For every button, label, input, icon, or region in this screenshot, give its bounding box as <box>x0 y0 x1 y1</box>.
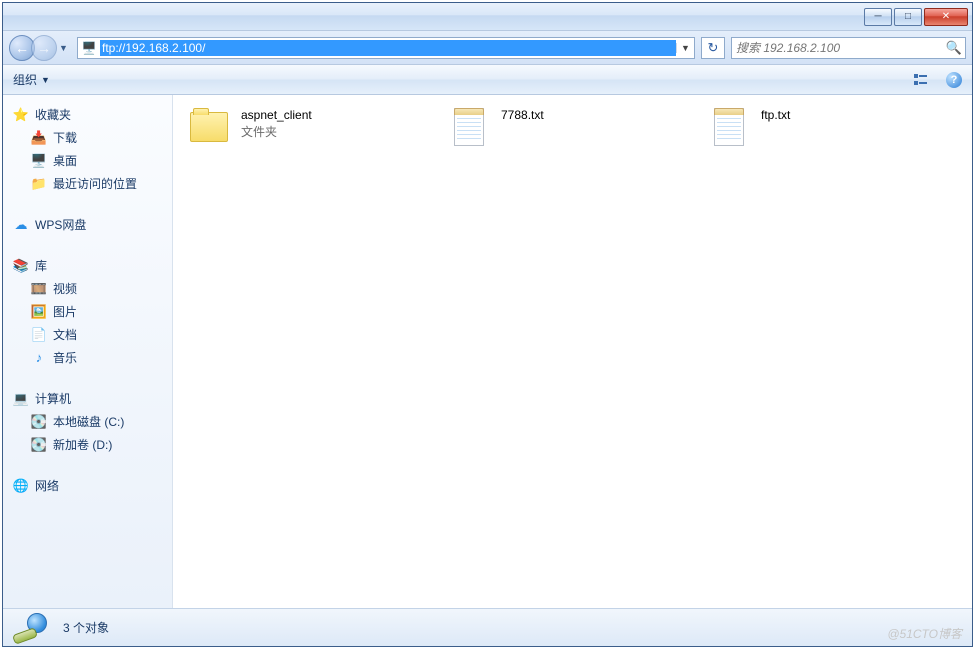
item-name: 7788.txt <box>501 107 544 124</box>
nav-buttons: ← → ▼ <box>9 34 71 62</box>
sidebar-item-drive-c[interactable]: 💽 本地磁盘 (C:) <box>3 410 172 433</box>
explorer-window: ─ □ ✕ ← → ▼ 🖥️ ftp://192.168.2.100/ ▼ ↻ … <box>2 2 973 647</box>
address-text[interactable]: ftp://192.168.2.100/ <box>100 40 676 56</box>
libraries-icon: 📚 <box>13 258 29 274</box>
favorites-label: 收藏夹 <box>35 106 71 123</box>
organize-menu[interactable]: 组织 ▼ <box>13 71 50 88</box>
list-item[interactable]: ftp.txt <box>707 107 937 147</box>
favorites-group: ⭐ 收藏夹 📥 下载 🖥️ 桌面 📁 最近访问的位置 <box>3 103 172 195</box>
videos-icon: 🎞️ <box>31 281 47 297</box>
sidebar-item-recent[interactable]: 📁 最近访问的位置 <box>3 172 172 195</box>
music-icon: ♪ <box>31 350 47 366</box>
folder-icon <box>187 107 231 147</box>
computer-group: 💻 计算机 💽 本地磁盘 (C:) 💽 新加卷 (D:) <box>3 387 172 456</box>
network-icon: 🌐 <box>13 478 29 494</box>
sidebar-item-music[interactable]: ♪ 音乐 <box>3 346 172 369</box>
watermark: @51CTO博客 <box>887 625 962 642</box>
navigation-bar: ← → ▼ 🖥️ ftp://192.168.2.100/ ▼ ↻ 🔍 <box>3 31 972 65</box>
sidebar-item-videos[interactable]: 🎞️ 视频 <box>3 277 172 300</box>
drive-icon: 💽 <box>31 437 47 453</box>
text-file-icon <box>707 107 751 147</box>
status-bar: 3 个对象 <box>3 608 972 646</box>
address-dropdown[interactable]: ▼ <box>676 43 694 53</box>
item-name: ftp.txt <box>761 107 790 124</box>
sidebar-item-pictures[interactable]: 🖼️ 图片 <box>3 300 172 323</box>
documents-icon: 📄 <box>31 327 47 343</box>
search-icon[interactable]: 🔍 <box>943 40 965 56</box>
downloads-icon: 📥 <box>31 130 47 146</box>
refresh-button[interactable]: ↻ <box>701 37 725 59</box>
sidebar-item-documents[interactable]: 📄 文档 <box>3 323 172 346</box>
pictures-icon: 🖼️ <box>31 304 47 320</box>
computer-header[interactable]: 💻 计算机 <box>3 387 172 410</box>
network-group: 🌐 网络 <box>3 474 172 497</box>
list-item[interactable]: aspnet_client 文件夹 <box>187 107 417 147</box>
ftp-site-icon: 🖥️ <box>80 39 98 57</box>
chevron-down-icon: ▼ <box>41 75 50 85</box>
main-area: ⭐ 收藏夹 📥 下载 🖥️ 桌面 📁 最近访问的位置 ☁ <box>3 95 972 608</box>
status-text: 3 个对象 <box>63 619 109 636</box>
libraries-group: 📚 库 🎞️ 视频 🖼️ 图片 📄 文档 ♪ 音乐 <box>3 254 172 369</box>
address-bar[interactable]: 🖥️ ftp://192.168.2.100/ ▼ <box>77 37 695 59</box>
command-bar: 组织 ▼ ? <box>3 65 972 95</box>
item-type: 文件夹 <box>241 124 312 141</box>
search-box[interactable]: 🔍 <box>731 37 966 59</box>
titlebar: ─ □ ✕ <box>3 3 972 31</box>
forward-button[interactable]: → <box>31 35 57 61</box>
computer-icon: 💻 <box>13 391 29 407</box>
views-icon <box>914 73 932 87</box>
sidebar-item-drive-d[interactable]: 💽 新加卷 (D:) <box>3 433 172 456</box>
desktop-icon: 🖥️ <box>31 153 47 169</box>
help-button[interactable]: ? <box>946 72 962 88</box>
close-button[interactable]: ✕ <box>924 8 968 26</box>
sidebar-item-downloads[interactable]: 📥 下载 <box>3 126 172 149</box>
libraries-header[interactable]: 📚 库 <box>3 254 172 277</box>
item-name: aspnet_client <box>241 107 312 124</box>
arrow-right-icon: → <box>37 40 51 56</box>
maximize-button[interactable]: □ <box>894 8 922 26</box>
view-options-button[interactable] <box>914 71 932 89</box>
minimize-button[interactable]: ─ <box>864 8 892 26</box>
favorites-header[interactable]: ⭐ 收藏夹 <box>3 103 172 126</box>
nav-history-dropdown[interactable]: ▼ <box>59 43 69 53</box>
sidebar-item-desktop[interactable]: 🖥️ 桌面 <box>3 149 172 172</box>
star-icon: ⭐ <box>13 107 29 123</box>
recent-places-icon: 📁 <box>31 176 47 192</box>
sidebar-item-wps[interactable]: ☁ WPS网盘 <box>3 213 172 236</box>
file-list[interactable]: aspnet_client 文件夹 7788.txt ftp.txt <box>173 95 972 608</box>
ftp-connection-icon <box>13 613 49 643</box>
cloud-icon: ☁ <box>13 217 29 233</box>
network-header[interactable]: 🌐 网络 <box>3 474 172 497</box>
wps-group: ☁ WPS网盘 <box>3 213 172 236</box>
arrow-left-icon: ← <box>15 40 29 56</box>
drive-icon: 💽 <box>31 414 47 430</box>
list-item[interactable]: 7788.txt <box>447 107 677 147</box>
text-file-icon <box>447 107 491 147</box>
refresh-icon: ↻ <box>708 40 719 56</box>
navigation-pane: ⭐ 收藏夹 📥 下载 🖥️ 桌面 📁 最近访问的位置 ☁ <box>3 95 173 608</box>
organize-label: 组织 <box>13 71 37 88</box>
search-input[interactable] <box>732 41 943 55</box>
